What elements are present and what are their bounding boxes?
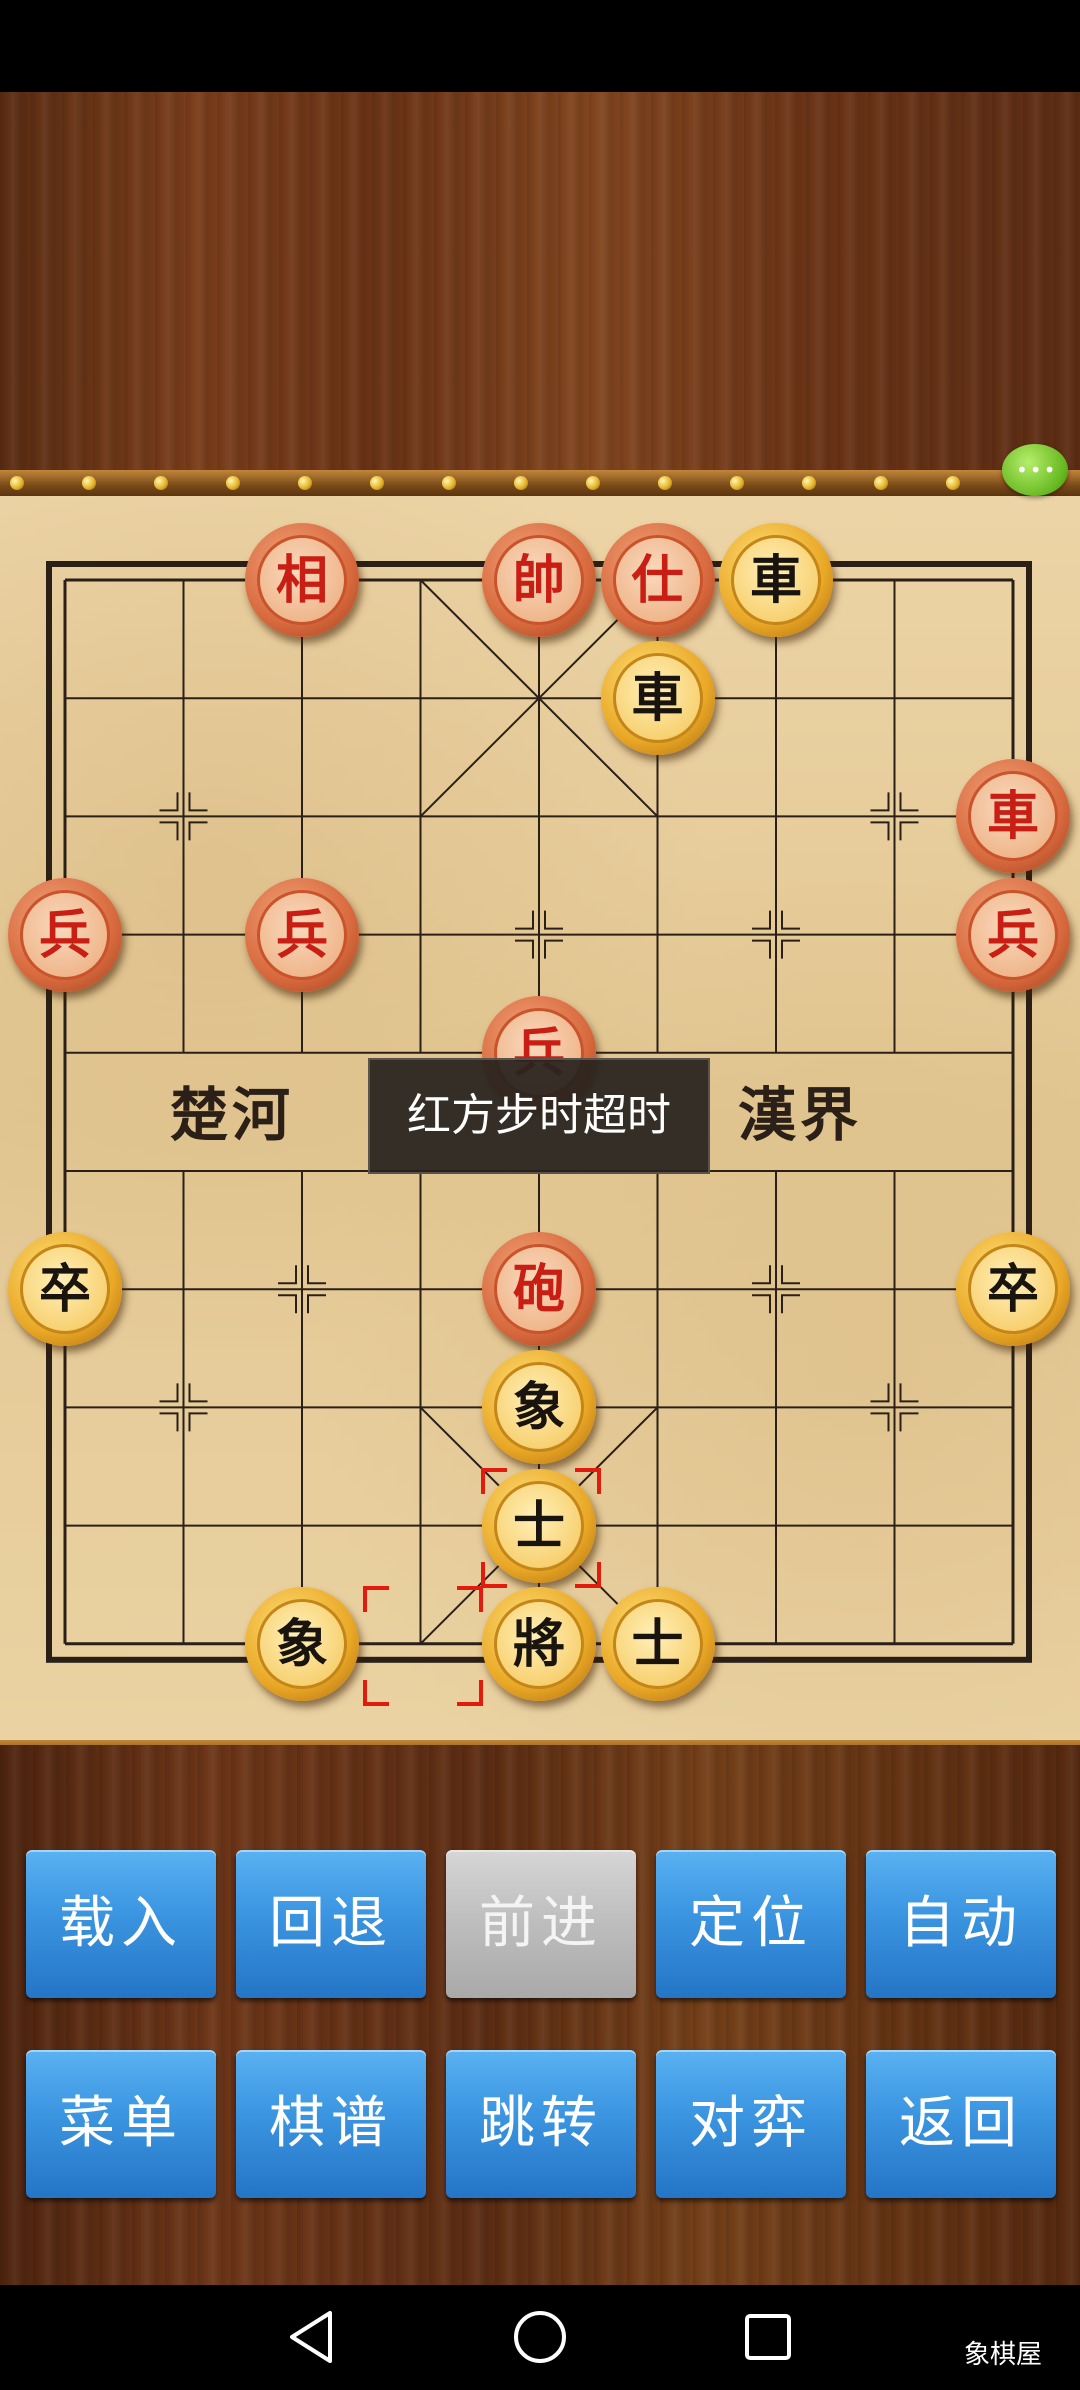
position-marker <box>870 821 890 841</box>
black-piece[interactable]: 車 <box>719 523 833 637</box>
return-button[interactable]: 返回 <box>866 2050 1056 2198</box>
menu-button[interactable]: 菜单 <box>26 2050 216 2198</box>
position-marker <box>899 1412 919 1432</box>
recents-nav-icon[interactable] <box>738 2307 798 2367</box>
selection-bracket <box>575 1561 601 1588</box>
wood-panel-bottom <box>0 1745 1080 2285</box>
position-marker <box>544 910 563 930</box>
red-piece[interactable]: 兵 <box>8 877 122 992</box>
selection-bracket <box>362 1679 389 1706</box>
red-piece[interactable]: 砲 <box>482 1232 596 1347</box>
watermark: 象棋屋 <box>964 2340 1043 2370</box>
position-marker <box>278 1265 297 1285</box>
black-piece[interactable]: 象 <box>482 1350 596 1465</box>
red-piece[interactable]: 兵 <box>245 877 359 992</box>
black-piece[interactable]: 車 <box>600 641 715 756</box>
red-piece[interactable]: 車 <box>956 759 1070 874</box>
piece-label: 車 <box>731 535 821 625</box>
game-record-button[interactable]: 棋谱 <box>236 2050 426 2198</box>
position-marker <box>899 792 919 812</box>
home-nav-icon[interactable] <box>510 2307 570 2367</box>
selection-bracket <box>362 1585 389 1612</box>
selection-bracket <box>456 1585 483 1612</box>
piece-label: 兵 <box>968 889 1058 980</box>
piece-label: 士 <box>612 1598 703 1689</box>
position-marker <box>307 1294 326 1314</box>
position-marker <box>544 939 563 959</box>
jump-button[interactable]: 跳转 <box>446 2050 636 2198</box>
position-marker <box>899 1383 919 1403</box>
back-nav-icon[interactable] <box>282 2307 342 2367</box>
timeout-toast: 红方步时超时 <box>368 1058 710 1174</box>
red-piece[interactable]: 仕 <box>600 523 715 637</box>
black-piece[interactable]: 卒 <box>8 1232 122 1347</box>
piece-label: 相 <box>257 535 347 625</box>
locate-button[interactable]: 定位 <box>656 1850 846 1998</box>
piece-label: 仕 <box>612 535 703 625</box>
forward-button[interactable]: 前进 <box>446 1850 636 1998</box>
selection-bracket <box>481 1561 507 1588</box>
position-marker <box>870 792 890 812</box>
black-piece[interactable]: 士 <box>600 1586 715 1701</box>
position-marker <box>870 1412 890 1432</box>
piece-label: 兵 <box>20 889 110 980</box>
position-marker <box>870 1383 890 1403</box>
piece-label: 車 <box>968 771 1058 862</box>
position-marker <box>752 939 771 959</box>
position-marker <box>159 1383 179 1403</box>
piece-label: 象 <box>257 1598 347 1689</box>
selection-bracket <box>456 1679 483 1706</box>
black-piece[interactable]: 象 <box>245 1586 359 1701</box>
undo-button[interactable]: 回退 <box>236 1850 426 1998</box>
position-marker <box>188 821 208 841</box>
selection-bracket <box>575 1467 601 1494</box>
piece-label: 帥 <box>494 535 584 625</box>
chat-bubble-icon[interactable]: ••• <box>1002 444 1068 496</box>
position-marker <box>278 1294 297 1314</box>
position-marker <box>781 1294 800 1314</box>
position-marker <box>159 792 179 812</box>
position-marker <box>307 1265 326 1285</box>
position-marker <box>781 1265 800 1285</box>
piece-label: 卒 <box>968 1244 1058 1335</box>
position-marker <box>188 1412 208 1432</box>
load-button[interactable]: 载入 <box>26 1850 216 1998</box>
position-marker <box>752 910 771 930</box>
piece-label: 車 <box>612 653 703 744</box>
river-label-chu: 楚河 <box>170 1081 295 1149</box>
play-button[interactable]: 对弈 <box>656 2050 846 2198</box>
piece-label: 將 <box>494 1598 584 1689</box>
position-marker <box>515 939 534 959</box>
piece-label: 兵 <box>257 889 347 980</box>
piece-label: 士 <box>494 1480 584 1571</box>
position-marker <box>781 910 800 930</box>
black-piece[interactable]: 卒 <box>956 1232 1070 1347</box>
position-marker <box>781 939 800 959</box>
position-marker <box>188 1383 208 1403</box>
position-marker <box>515 910 534 930</box>
nav-bar <box>0 2285 1080 2390</box>
red-piece[interactable]: 相 <box>245 523 359 637</box>
red-piece[interactable]: 帥 <box>482 523 596 637</box>
piece-label: 砲 <box>494 1244 584 1335</box>
auto-button[interactable]: 自动 <box>866 1850 1056 1998</box>
piece-label: 象 <box>494 1362 584 1453</box>
selection-bracket <box>481 1467 507 1494</box>
position-marker <box>752 1294 771 1314</box>
position-marker <box>159 821 179 841</box>
position-marker <box>899 821 919 841</box>
river-label-han: 漢界 <box>738 1081 863 1149</box>
red-piece[interactable]: 兵 <box>956 877 1070 992</box>
black-piece[interactable]: 將 <box>482 1586 596 1701</box>
position-marker <box>752 1265 771 1285</box>
position-marker <box>188 792 208 812</box>
piece-label: 卒 <box>20 1244 110 1335</box>
position-marker <box>159 1412 179 1432</box>
